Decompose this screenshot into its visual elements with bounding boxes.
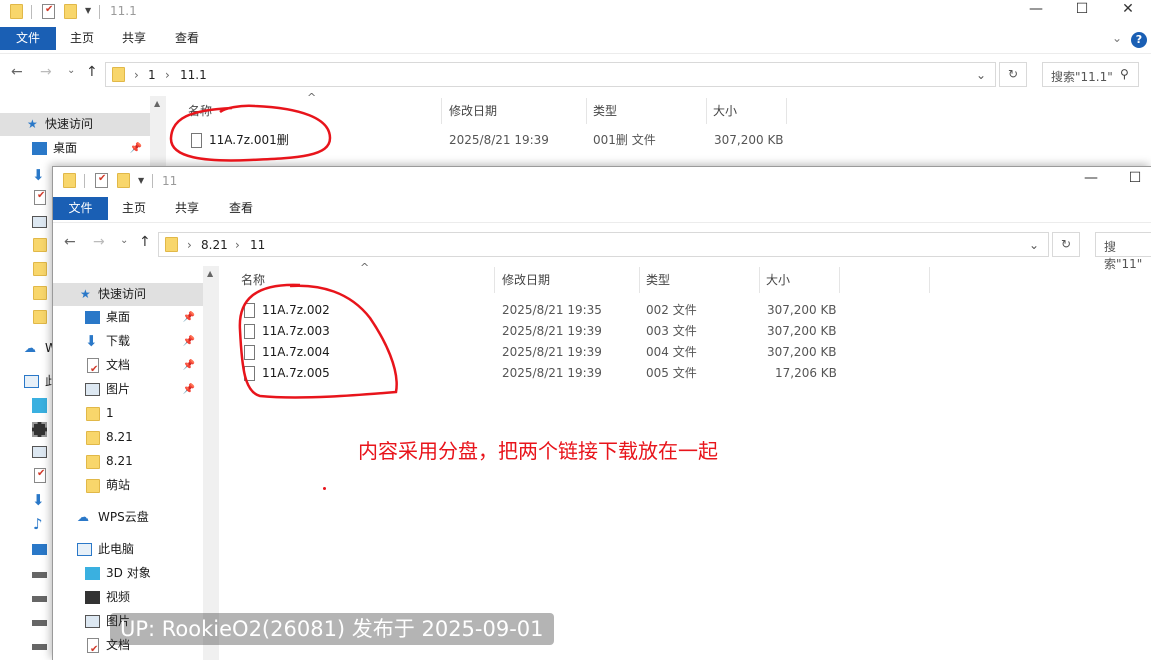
watermark: UP: RookieO2(26081) 发布于 2025-09-01: [110, 613, 554, 645]
annotation-circles: [169, 104, 398, 399]
circle-back-file: [169, 104, 332, 162]
circle-front-files: [238, 283, 398, 399]
